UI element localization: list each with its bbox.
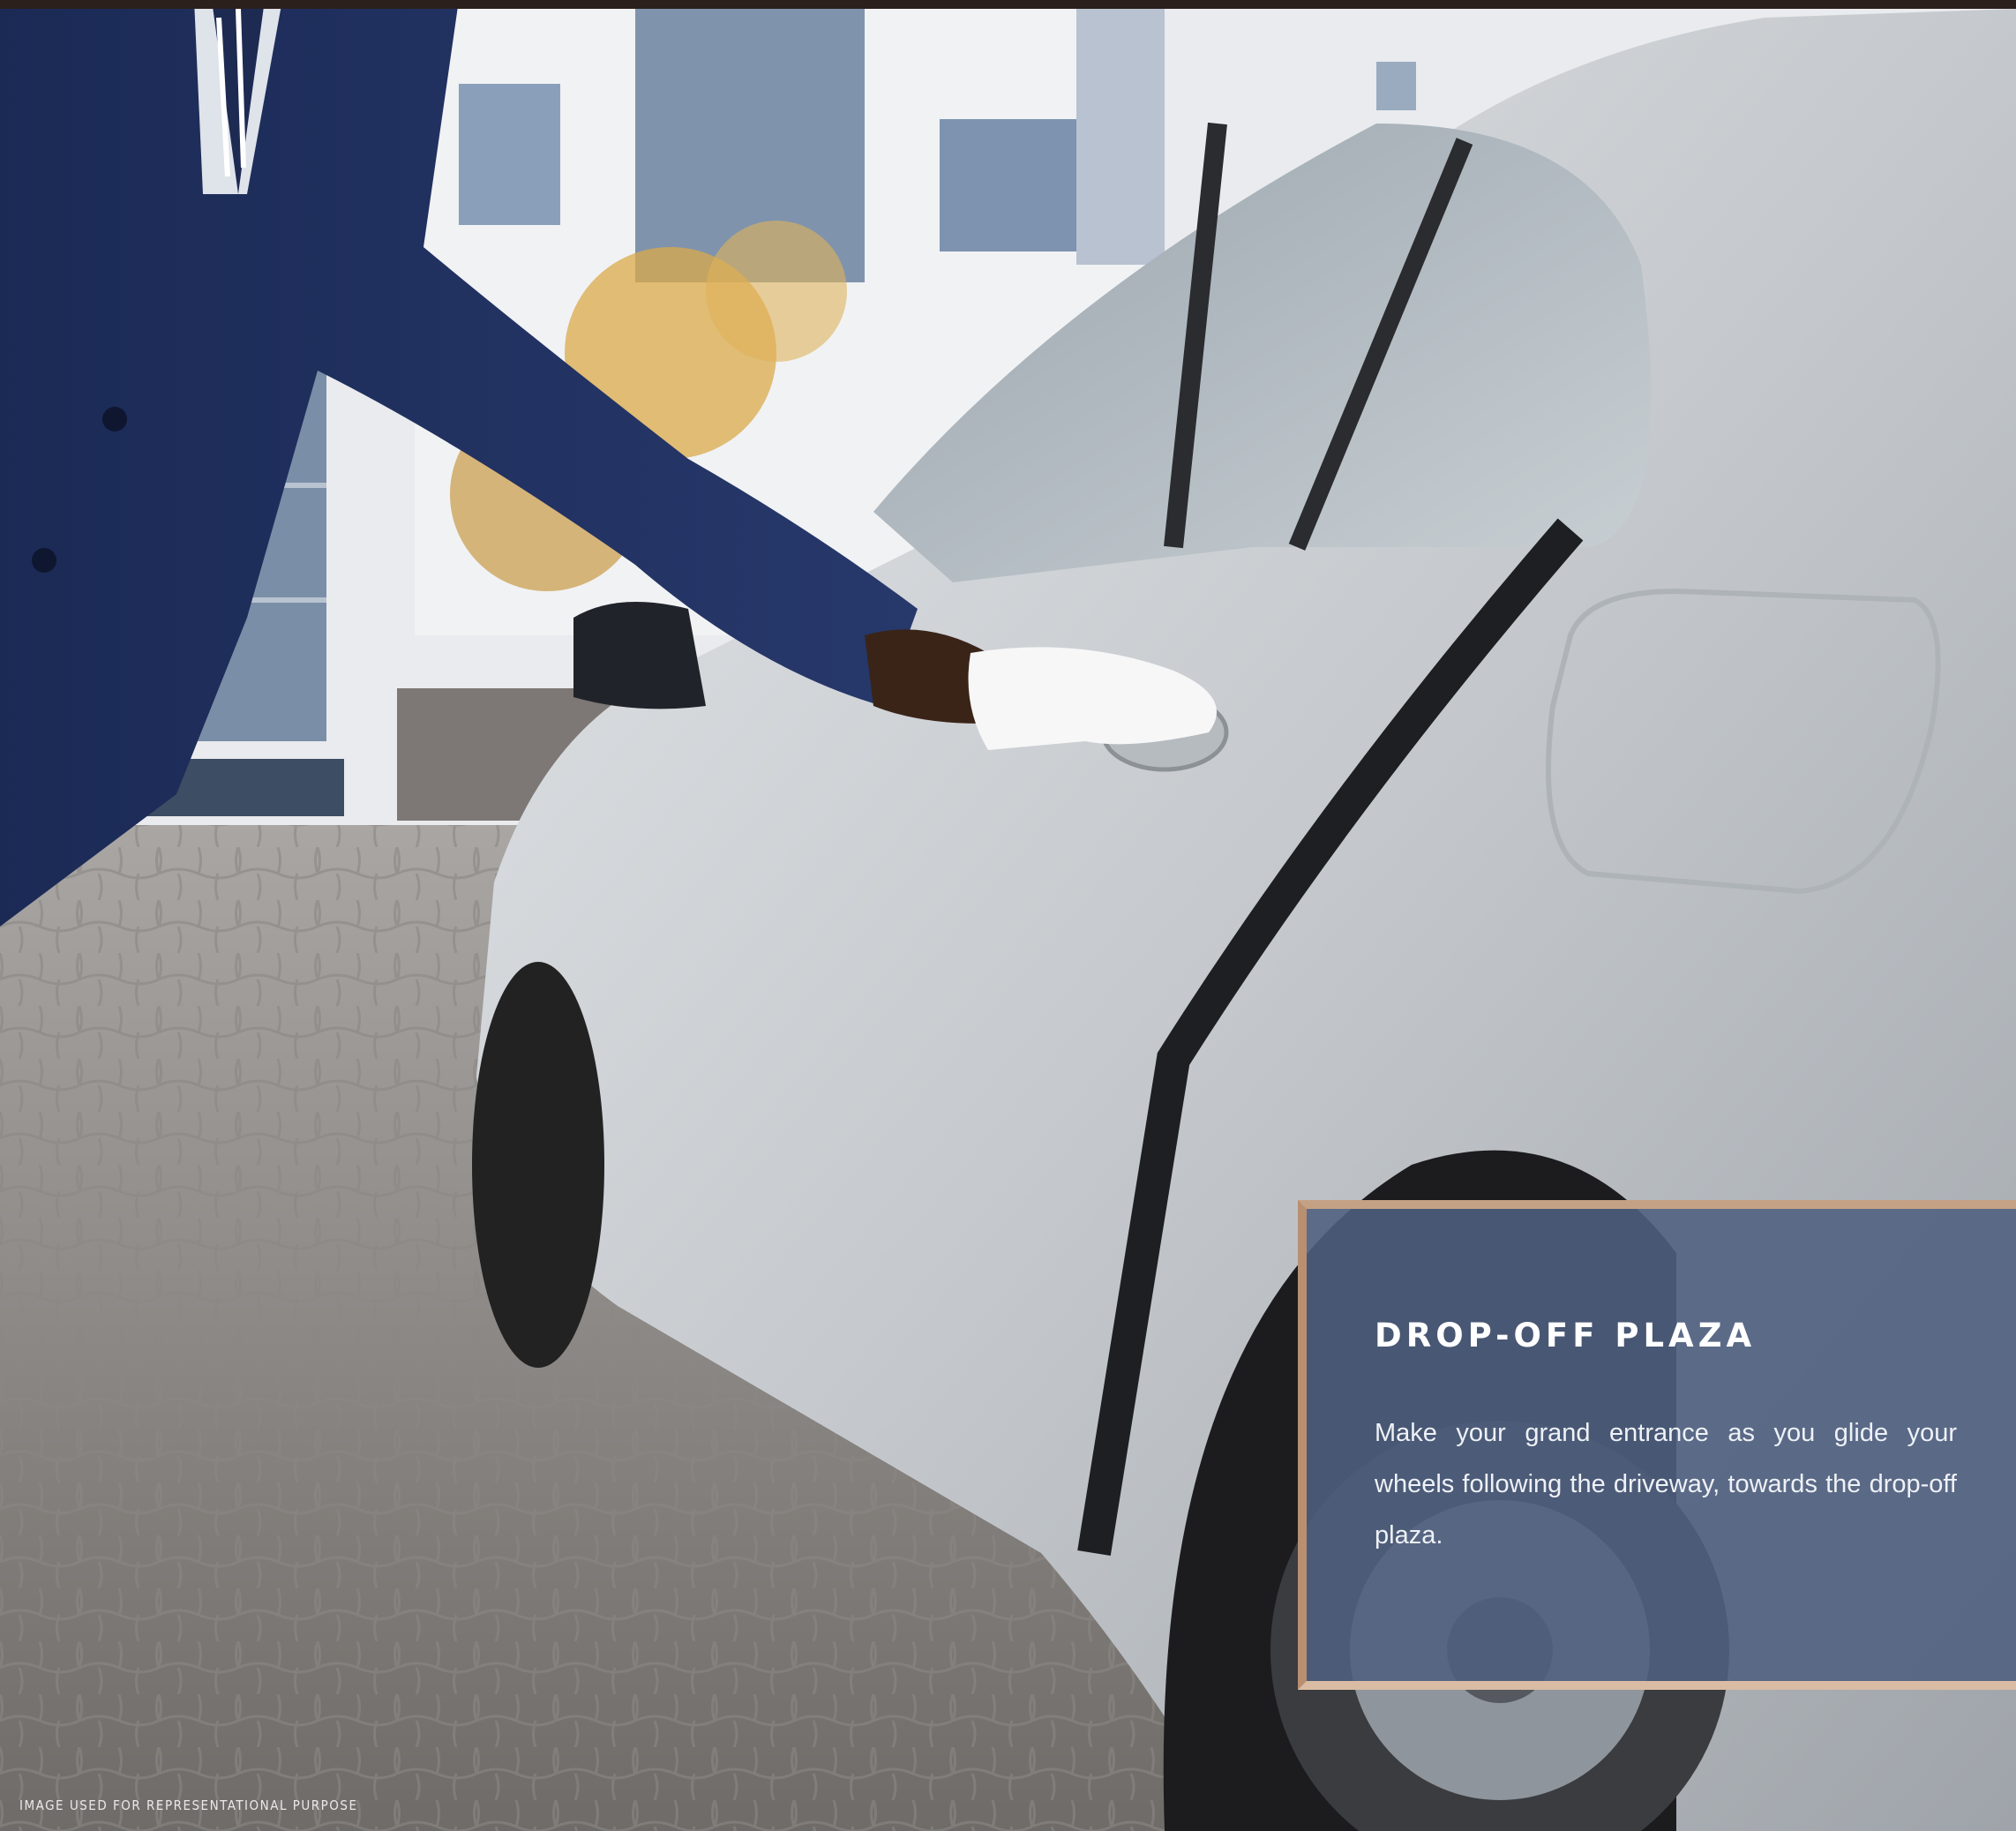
top-border-strip — [0, 0, 2016, 9]
brochure-page: DROP-OFF PLAZA Make your grand entrance … — [0, 0, 2016, 1831]
panel-description: Make your grand entrance as you glide yo… — [1375, 1419, 1957, 1550]
panel-title: DROP-OFF PLAZA — [1375, 1317, 1757, 1354]
image-disclaimer: IMAGE USED FOR REPRESENTATIONAL PURPOSE — [19, 1797, 358, 1813]
drop-off-plaza-info-panel: DROP-OFF PLAZA Make your grand entrance … — [1298, 1200, 2016, 1690]
